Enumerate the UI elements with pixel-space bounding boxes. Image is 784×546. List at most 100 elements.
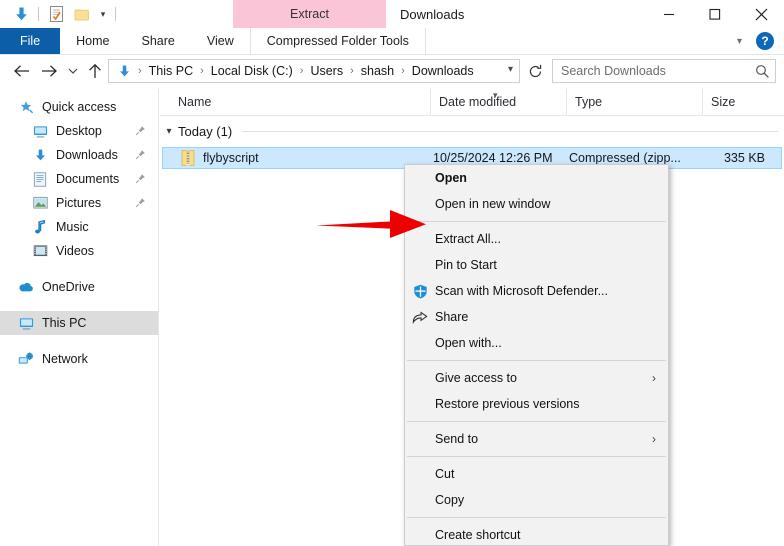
address-dropdown-icon[interactable]: ▾ xyxy=(508,64,513,75)
maximize-button[interactable] xyxy=(692,0,738,28)
tab-share-label: Share xyxy=(142,34,175,48)
menu-item-label: Copy xyxy=(435,493,464,507)
sidebar-item-label: Music xyxy=(56,220,89,234)
menu-item-give-access-to[interactable]: Give access to › xyxy=(405,365,668,391)
file-type-cell: Compressed (zipp... xyxy=(569,151,705,165)
download-arrow-icon xyxy=(30,145,50,165)
pin-icon[interactable] xyxy=(135,197,146,211)
title-bar: ▾ Extract Downloads xyxy=(0,0,784,28)
column-header-name[interactable]: Name xyxy=(160,89,430,115)
tab-view[interactable]: View xyxy=(191,28,250,54)
chevron-down-icon[interactable]: ▾ xyxy=(731,36,748,47)
minimize-button[interactable] xyxy=(646,0,692,28)
sidebar-item-quick-access[interactable]: Quick access xyxy=(0,95,158,119)
sidebar-item-videos[interactable]: Videos xyxy=(0,239,158,263)
file-explorer-window: ▾ Extract Downloads File xyxy=(0,0,784,546)
contextual-tab-header-extract[interactable]: Extract xyxy=(233,0,386,28)
breadcrumb-local-disk[interactable]: Local Disk (C:) xyxy=(208,64,296,78)
ribbon-right-controls: ▾ ? xyxy=(731,28,780,54)
chevron-right-icon: › xyxy=(652,371,656,385)
sidebar-item-music[interactable]: Music xyxy=(0,215,158,239)
tab-file[interactable]: File xyxy=(0,28,60,54)
contextual-tab-header-label: Extract xyxy=(290,7,329,21)
group-header-today[interactable]: ▾ Today (1) xyxy=(160,119,784,143)
menu-item-label: Send to xyxy=(435,432,478,446)
menu-item-scan-with-defender[interactable]: Scan with Microsoft Defender... xyxy=(405,278,668,304)
menu-item-pin-to-start[interactable]: Pin to Start xyxy=(405,252,668,278)
quick-access-toolbar: ▾ xyxy=(8,0,120,28)
column-header-type[interactable]: Type xyxy=(566,89,702,115)
new-folder-icon[interactable] xyxy=(69,1,95,27)
menu-item-open-with[interactable]: Open with... xyxy=(405,330,668,356)
file-name-label: flybyscript xyxy=(203,151,259,165)
chevron-down-icon[interactable]: ▾ xyxy=(160,126,178,137)
close-button[interactable] xyxy=(738,0,784,28)
tab-compressed-folder-tools-label: Compressed Folder Tools xyxy=(267,34,409,48)
column-header-date-modified[interactable]: ▾ Date modified xyxy=(430,89,566,115)
search-input[interactable]: Search Downloads xyxy=(553,64,749,78)
sidebar-item-onedrive[interactable]: OneDrive xyxy=(0,275,158,299)
sidebar-item-this-pc[interactable]: This PC xyxy=(0,311,158,335)
menu-item-create-shortcut[interactable]: Create shortcut xyxy=(405,522,668,546)
search-box[interactable]: Search Downloads xyxy=(552,59,776,83)
tab-share[interactable]: Share xyxy=(126,28,191,54)
menu-item-label: Share xyxy=(435,310,468,324)
breadcrumb-this-pc[interactable]: This PC xyxy=(146,64,196,78)
menu-item-copy[interactable]: Copy xyxy=(405,487,668,513)
menu-item-open-in-new-window[interactable]: Open in new window xyxy=(405,191,668,217)
menu-separator xyxy=(407,456,666,457)
pictures-icon xyxy=(30,193,50,213)
zip-file-icon xyxy=(181,150,195,166)
tab-home-label: Home xyxy=(76,34,109,48)
back-button[interactable] xyxy=(10,60,32,82)
chevron-right-icon: › xyxy=(652,432,656,446)
breadcrumb-separator: › xyxy=(296,65,308,77)
window-title: Downloads xyxy=(400,0,464,28)
toolbar-separator-1 xyxy=(38,7,39,21)
address-breadcrumb-box[interactable]: › This PC › Local Disk (C:) › Users › sh… xyxy=(108,59,520,83)
pin-icon[interactable] xyxy=(135,149,146,163)
sidebar-item-label: Pictures xyxy=(56,196,101,210)
pin-icon[interactable] xyxy=(135,173,146,187)
sidebar-spacer xyxy=(0,335,158,347)
downloads-icon[interactable] xyxy=(8,1,34,27)
help-icon[interactable]: ? xyxy=(756,32,774,50)
refresh-button[interactable] xyxy=(525,61,545,81)
column-header-label: Size xyxy=(711,95,735,109)
sidebar-item-network[interactable]: Network xyxy=(0,347,158,371)
menu-item-label: Open in new window xyxy=(435,197,550,211)
menu-item-share[interactable]: Share xyxy=(405,304,668,330)
sidebar-item-label: Documents xyxy=(56,172,119,186)
search-icon[interactable] xyxy=(749,64,775,79)
menu-item-label: Cut xyxy=(435,467,454,481)
breadcrumb-shash[interactable]: shash xyxy=(358,64,397,78)
tab-compressed-folder-tools[interactable]: Compressed Folder Tools xyxy=(250,28,426,54)
cloud-icon xyxy=(16,277,36,297)
menu-item-send-to[interactable]: Send to › xyxy=(405,426,668,452)
navigation-pane: Quick access Desktop xyxy=(0,89,159,546)
properties-icon[interactable] xyxy=(43,1,69,27)
menu-item-cut[interactable]: Cut xyxy=(405,461,668,487)
breadcrumb-downloads[interactable]: Downloads xyxy=(409,64,477,78)
window-controls xyxy=(646,0,784,28)
up-button[interactable] xyxy=(84,60,106,82)
menu-item-restore-previous-versions[interactable]: Restore previous versions xyxy=(405,391,668,417)
pin-icon[interactable] xyxy=(135,125,146,139)
sidebar-item-label: OneDrive xyxy=(42,280,95,294)
sidebar-item-desktop[interactable]: Desktop xyxy=(0,119,158,143)
recent-locations-icon[interactable] xyxy=(62,60,84,82)
file-name-cell[interactable]: flybyscript xyxy=(163,150,433,166)
column-header-size[interactable]: Size xyxy=(702,89,784,115)
customize-caret-icon[interactable]: ▾ xyxy=(95,1,111,27)
sidebar-item-documents[interactable]: Documents xyxy=(0,167,158,191)
group-header-label: Today (1) xyxy=(178,124,232,139)
sidebar-item-pictures[interactable]: Pictures xyxy=(0,191,158,215)
downloads-folder-icon xyxy=(113,64,134,79)
forward-button[interactable] xyxy=(38,60,60,82)
tab-home[interactable]: Home xyxy=(60,28,125,54)
sidebar-item-downloads[interactable]: Downloads xyxy=(0,143,158,167)
menu-item-extract-all[interactable]: Extract All... xyxy=(405,226,668,252)
breadcrumb-users[interactable]: Users xyxy=(307,64,346,78)
sidebar-item-label: This PC xyxy=(42,316,86,330)
menu-item-open[interactable]: Open xyxy=(405,165,668,191)
